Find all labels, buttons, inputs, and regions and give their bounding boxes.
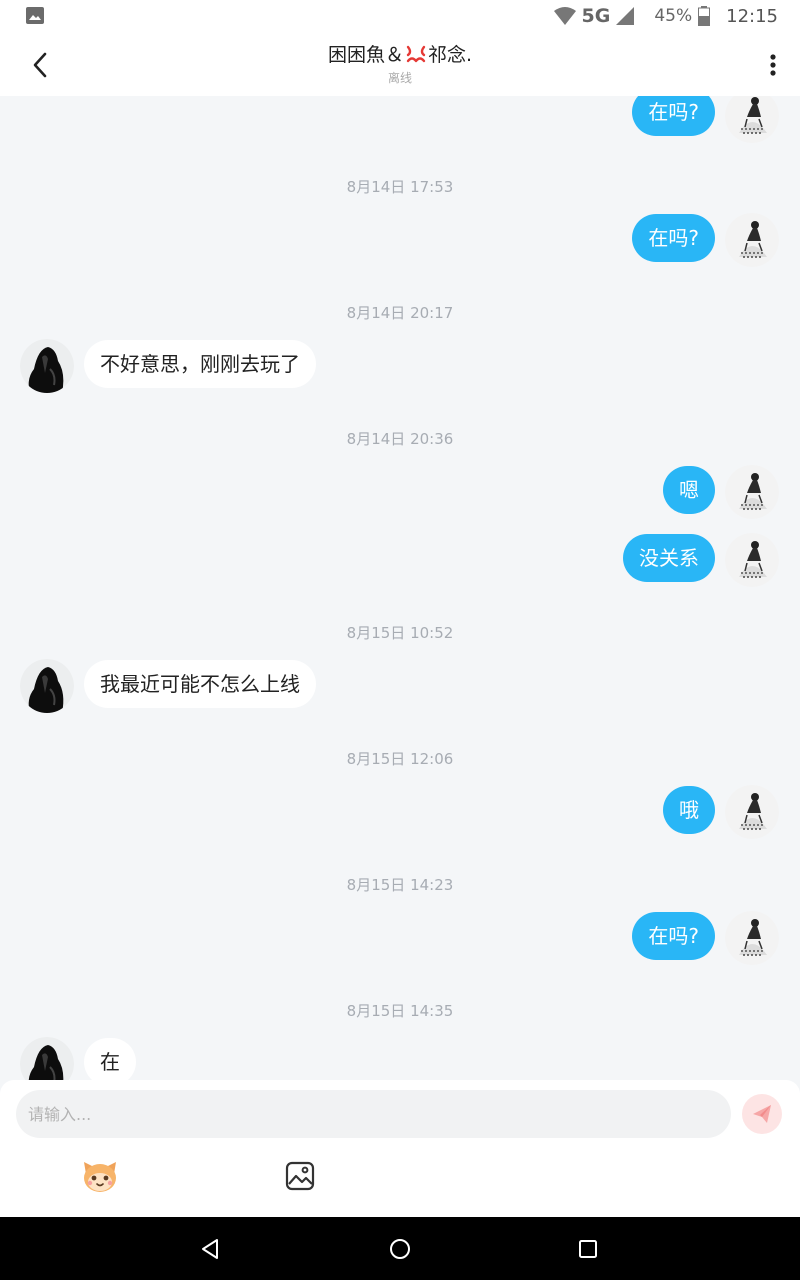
send-button[interactable]: [742, 1094, 782, 1134]
chat-header: 困困魚＆ 祁念. 离线: [0, 32, 800, 96]
image-picker-icon[interactable]: [284, 1160, 316, 1192]
contact-name: 困困魚＆ 祁念.: [0, 40, 800, 67]
anger-emoji-icon: [406, 45, 426, 63]
message-timestamp: 8月15日 12:06: [346, 750, 454, 768]
message-timestamp: 8月15日 14:23: [346, 876, 454, 894]
battery-icon: [698, 6, 711, 26]
my-avatar[interactable]: [725, 213, 779, 267]
message-timestamp: 8月15日 10:52: [346, 624, 454, 642]
nav-recents-icon[interactable]: [573, 1234, 603, 1264]
contact-avatar[interactable]: [20, 1037, 74, 1080]
emoji-sticker-icon[interactable]: [80, 1158, 120, 1194]
wifi-icon: [553, 7, 576, 25]
message-timestamp: 8月14日 20:17: [346, 304, 454, 322]
outgoing-message[interactable]: 在吗?: [632, 214, 715, 262]
message-input[interactable]: [16, 1090, 731, 1138]
gallery-notification-icon: [26, 7, 44, 24]
status-bar: 5G 45% 12:15: [0, 0, 800, 32]
contact-avatar[interactable]: [20, 659, 74, 713]
outgoing-message[interactable]: 在吗?: [632, 96, 715, 136]
incoming-message[interactable]: 在: [84, 1038, 136, 1080]
my-avatar[interactable]: [725, 96, 779, 143]
nav-back-icon[interactable]: [195, 1234, 225, 1264]
message-timestamp: 8月15日 14:35: [346, 1002, 454, 1020]
outgoing-message[interactable]: 嗯: [663, 466, 715, 514]
clock: 12:15: [726, 5, 778, 27]
message-timestamp: 8月14日 20:36: [346, 430, 454, 448]
online-status: 离线: [387, 71, 412, 85]
chat-message-list[interactable]: 在吗? 8月14日 17:53 在吗? 8月14日 20:17 不好意思，刚刚去…: [0, 96, 800, 1080]
incoming-message[interactable]: 我最近可能不怎么上线: [84, 660, 316, 708]
system-navigation-bar: [0, 1217, 800, 1280]
my-avatar[interactable]: [725, 785, 779, 839]
my-avatar[interactable]: [725, 465, 779, 519]
outgoing-message[interactable]: 没关系: [623, 534, 715, 582]
header-title-block: 困困魚＆ 祁念. 离线: [0, 40, 800, 86]
send-icon: [753, 1105, 771, 1123]
nav-home-icon[interactable]: [385, 1234, 415, 1264]
contact-name-suffix: 祁念.: [427, 44, 473, 66]
my-avatar[interactable]: [725, 533, 779, 587]
battery-percent: 45%: [654, 6, 693, 26]
network-type: 5G: [581, 5, 611, 27]
contact-avatar[interactable]: [20, 339, 74, 393]
contact-name-prefix: 困困魚＆: [327, 44, 404, 66]
outgoing-message[interactable]: 哦: [663, 786, 715, 834]
more-options-icon[interactable]: [768, 50, 778, 80]
signal-icon: [616, 7, 635, 25]
my-avatar[interactable]: [725, 911, 779, 965]
message-timestamp: 8月14日 17:53: [346, 178, 454, 196]
composer-panel: [0, 1080, 800, 1217]
incoming-message[interactable]: 不好意思，刚刚去玩了: [84, 340, 316, 388]
outgoing-message[interactable]: 在吗?: [632, 912, 715, 960]
